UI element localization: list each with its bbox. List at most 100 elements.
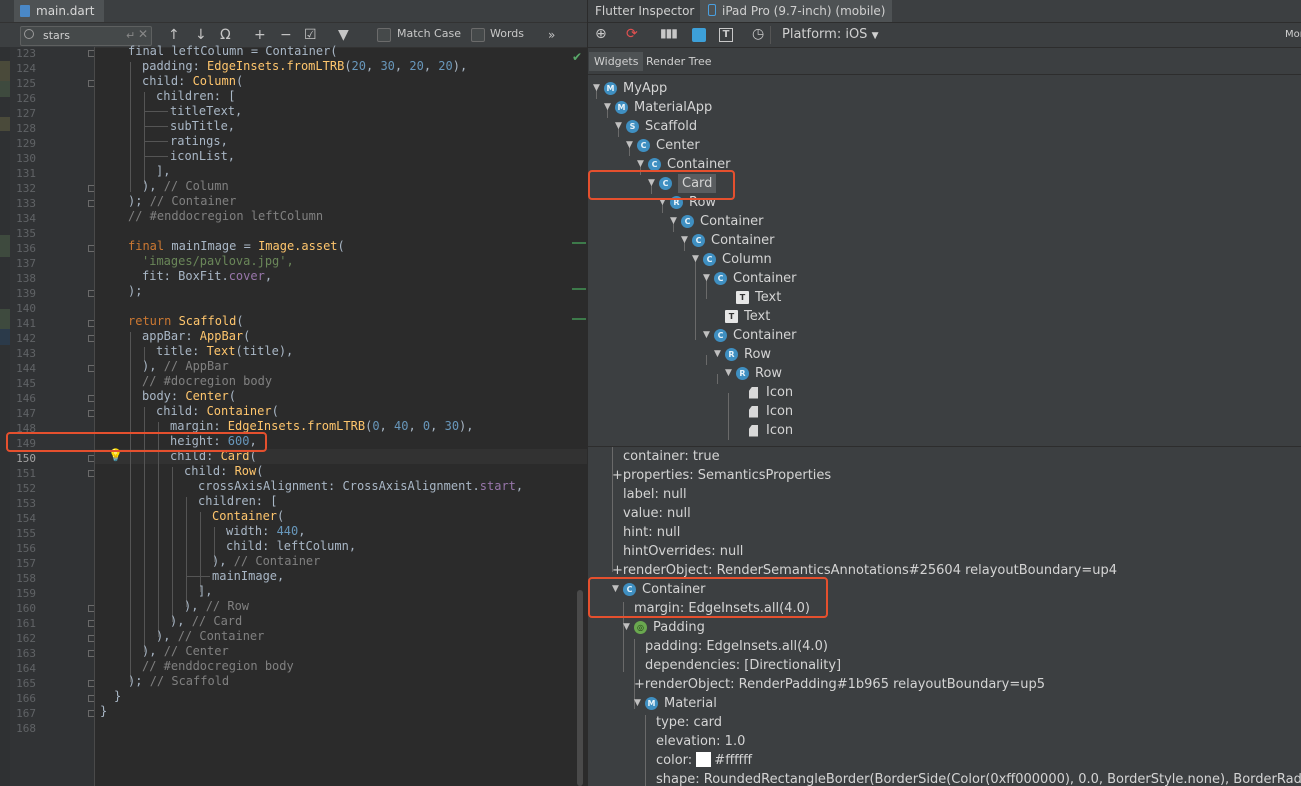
code-line-144[interactable]: ), // AppBar	[142, 359, 229, 374]
code-line-160[interactable]: ), // Row	[184, 599, 249, 614]
tree-node-container[interactable]: ▼ C Container	[703, 326, 797, 345]
tree-node-center[interactable]: ▼ C Center	[626, 136, 700, 155]
detail-node-material[interactable]: ▼ M Material	[634, 694, 717, 713]
code-line-127[interactable]: titleText,	[170, 104, 242, 119]
filter-icon[interactable]: ▼	[338, 27, 349, 43]
code-line-154[interactable]: Container(	[212, 509, 284, 524]
code-line-159[interactable]: ],	[198, 584, 212, 599]
code-line-162[interactable]: ), // Container	[156, 629, 264, 644]
match-case-label[interactable]: Match Case	[397, 27, 461, 40]
tree-node-row[interactable]: ▼ R Row	[714, 345, 771, 364]
code-line-129[interactable]: ratings,	[170, 134, 228, 149]
tree-node-myapp[interactable]: ▼ M MyApp	[593, 79, 667, 98]
code-line-152[interactable]: crossAxisAlignment: CrossAxisAlignment.s…	[198, 479, 523, 494]
code-line-136[interactable]: final mainImage = Image.asset(	[128, 239, 345, 254]
code-line-141[interactable]: return Scaffold(	[128, 314, 244, 329]
expand-arrow-icon[interactable]: ▼	[703, 326, 714, 345]
previous-occurrence-icon[interactable]: ↑	[168, 27, 180, 43]
newline-icon[interactable]: ↵	[126, 29, 135, 42]
tree-node-text[interactable]: T Text	[725, 288, 781, 307]
search-field[interactable]: ↵ ✕	[20, 26, 152, 46]
words-checkbox[interactable]	[471, 28, 485, 42]
expand-arrow-icon[interactable]: ▼	[634, 694, 645, 713]
code-line-166[interactable]: }	[114, 689, 121, 704]
code-line-151[interactable]: child: Row(	[184, 464, 264, 479]
expand-arrow-icon[interactable]: ▼	[626, 136, 637, 155]
code-line-164[interactable]: // #enddocregion body	[142, 659, 294, 674]
more-menu[interactable]: Mor	[1285, 29, 1301, 40]
tree-node-icon[interactable]: Icon	[736, 402, 793, 421]
code-line-163[interactable]: ), // Center	[142, 644, 229, 659]
code-line-131[interactable]: ],	[156, 164, 170, 179]
code-line-126[interactable]: children: [	[156, 89, 235, 104]
expand-arrow-icon[interactable]: ▼	[670, 212, 681, 231]
find-all-icon[interactable]: Ω	[220, 27, 231, 43]
words-label[interactable]: Words	[490, 27, 524, 40]
code-line-128[interactable]: subTitle,	[170, 119, 235, 134]
prop-properties[interactable]: +properties: SemanticsProperties	[612, 466, 831, 485]
platform-dropdown[interactable]: Platform: iOS ▼	[782, 27, 879, 42]
code-line-134[interactable]: // #enddocregion leftColumn	[128, 209, 323, 224]
clear-search-icon[interactable]: ✕	[138, 27, 148, 41]
tree-node-materialapp[interactable]: ▼ M MaterialApp	[604, 98, 712, 117]
expand-arrow-icon[interactable]: ▼	[714, 345, 725, 364]
code-line-157[interactable]: ), // Container	[212, 554, 320, 569]
code-line-167[interactable]: }	[100, 704, 107, 719]
code-line-139[interactable]: );	[128, 284, 142, 299]
code-line-124[interactable]: padding: EdgeInsets.fromLTRB(20, 30, 20,…	[142, 59, 467, 74]
debug-paint-icon[interactable]	[692, 28, 706, 42]
tree-node-row[interactable]: ▼ R Row	[725, 364, 782, 383]
tree-node-container[interactable]: ▼ C Container	[703, 269, 797, 288]
code-line-142[interactable]: appBar: AppBar(	[142, 329, 250, 344]
tree-node-container[interactable]: ▼ C Container	[681, 231, 775, 250]
code-line-133[interactable]: ); // Container	[128, 194, 236, 209]
expand-arrow-icon[interactable]: ▼	[593, 79, 604, 98]
code-line-165[interactable]: ); // Scaffold	[128, 674, 229, 689]
expand-arrow-icon[interactable]: ▼	[615, 117, 626, 136]
more-options-icon[interactable]: »	[548, 27, 555, 43]
tree-node-scaffold[interactable]: ▼ S Scaffold	[615, 117, 697, 136]
code-line-156[interactable]: child: leftColumn,	[226, 539, 356, 554]
code-line-137[interactable]: 'images/pavlova.jpg',	[142, 254, 294, 269]
performance-overlay-icon[interactable]: ▮▮▮	[660, 26, 678, 40]
expand-arrow-icon[interactable]: ▼	[623, 618, 634, 637]
code-line-153[interactable]: children: [	[198, 494, 277, 509]
tab-flutter-inspector[interactable]: Flutter Inspector	[588, 0, 701, 22]
detail-node-padding[interactable]: ▼ ◎ Padding	[623, 618, 705, 637]
paint-baselines-icon[interactable]: T	[719, 28, 733, 42]
remove-selection-icon[interactable]: −	[280, 27, 292, 43]
code-line-161[interactable]: ), // Card	[170, 614, 242, 629]
code-line-155[interactable]: width: 440,	[226, 524, 306, 539]
code-line-138[interactable]: fit: BoxFit.cover,	[142, 269, 272, 284]
tab-widgets[interactable]: Widgets	[589, 52, 644, 71]
code-line-125[interactable]: child: Column(	[142, 74, 243, 89]
code-line-158[interactable]: mainImage,	[212, 569, 284, 584]
search-input[interactable]	[43, 28, 123, 42]
expand-arrow-icon[interactable]: ▼	[681, 231, 692, 250]
expand-arrow-icon[interactable]: ▼	[604, 98, 615, 117]
expand-arrow-icon[interactable]: ▼	[725, 364, 736, 383]
code-line-147[interactable]: child: Container(	[156, 404, 279, 419]
tree-node-icon[interactable]: Icon	[736, 421, 793, 440]
editor-scrollbar[interactable]	[577, 590, 583, 786]
code-line-145[interactable]: // #docregion body	[142, 374, 272, 389]
tab-device[interactable]: iPad Pro (9.7-inch) (mobile)	[700, 0, 893, 22]
code-line-130[interactable]: iconList,	[170, 149, 235, 164]
expand-arrow-icon[interactable]: ▼	[703, 269, 714, 288]
slow-animations-icon[interactable]: ◷	[752, 26, 764, 42]
next-occurrence-icon[interactable]: ↓	[195, 27, 207, 43]
match-case-checkbox[interactable]	[377, 28, 391, 42]
code-line-123[interactable]: final leftColumn = Container(	[128, 44, 338, 59]
prop-render-object[interactable]: +renderObject: RenderPadding#1b965 relay…	[634, 675, 1045, 694]
select-widget-mode-icon[interactable]: ⊕	[595, 26, 607, 42]
tree-node-container[interactable]: ▼ C Container	[670, 212, 764, 231]
expand-arrow-icon[interactable]: ▼	[692, 250, 703, 269]
tab-main-dart[interactable]: main.dart	[14, 0, 105, 22]
code-line-132[interactable]: ), // Column	[142, 179, 229, 194]
code-line-143[interactable]: title: Text(title),	[156, 344, 293, 359]
refresh-tree-icon[interactable]: ⟳	[626, 26, 638, 42]
code-line-146[interactable]: body: Center(	[142, 389, 236, 404]
tab-render-tree[interactable]: Render Tree	[641, 52, 717, 71]
select-all-occurrences-icon[interactable]: ☑	[304, 27, 317, 43]
tree-node-text[interactable]: T Text	[714, 307, 770, 326]
